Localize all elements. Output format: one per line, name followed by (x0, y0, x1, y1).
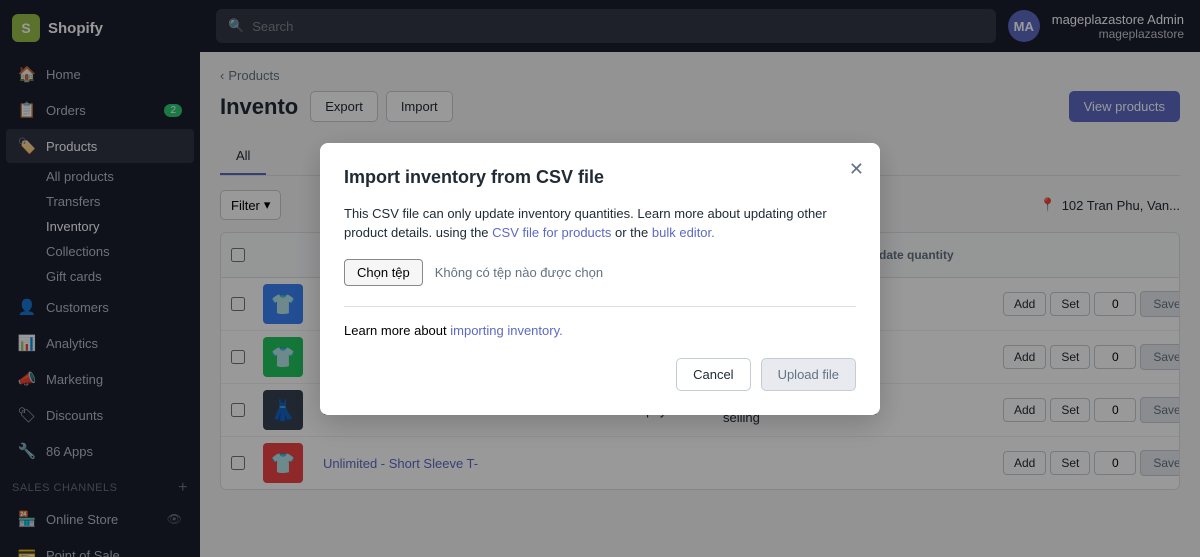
import-modal: Import inventory from CSV file ✕ This CS… (320, 143, 880, 415)
bulk-editor-link[interactable]: bulk editor. (652, 225, 715, 240)
importing-inventory-link[interactable]: importing inventory. (450, 323, 562, 338)
modal-overlay: Import inventory from CSV file ✕ This CS… (0, 0, 1200, 557)
file-name-text: Không có tệp nào được chọn (435, 265, 603, 280)
modal-divider (344, 306, 856, 307)
modal-learn-more: Learn more about importing inventory. (344, 323, 856, 338)
upload-file-button[interactable]: Upload file (761, 358, 856, 391)
file-input-row: Chọn tệp Không có tệp nào được chọn (344, 259, 856, 286)
modal-close-button[interactable]: ✕ (849, 159, 864, 180)
cancel-button[interactable]: Cancel (676, 358, 750, 391)
modal-title: Import inventory from CSV file (344, 167, 856, 188)
csv-link[interactable]: CSV file for products (492, 225, 611, 240)
modal-description: This CSV file can only update inventory … (344, 204, 856, 243)
modal-actions: Cancel Upload file (344, 358, 856, 391)
file-choose-button[interactable]: Chọn tệp (344, 259, 423, 286)
